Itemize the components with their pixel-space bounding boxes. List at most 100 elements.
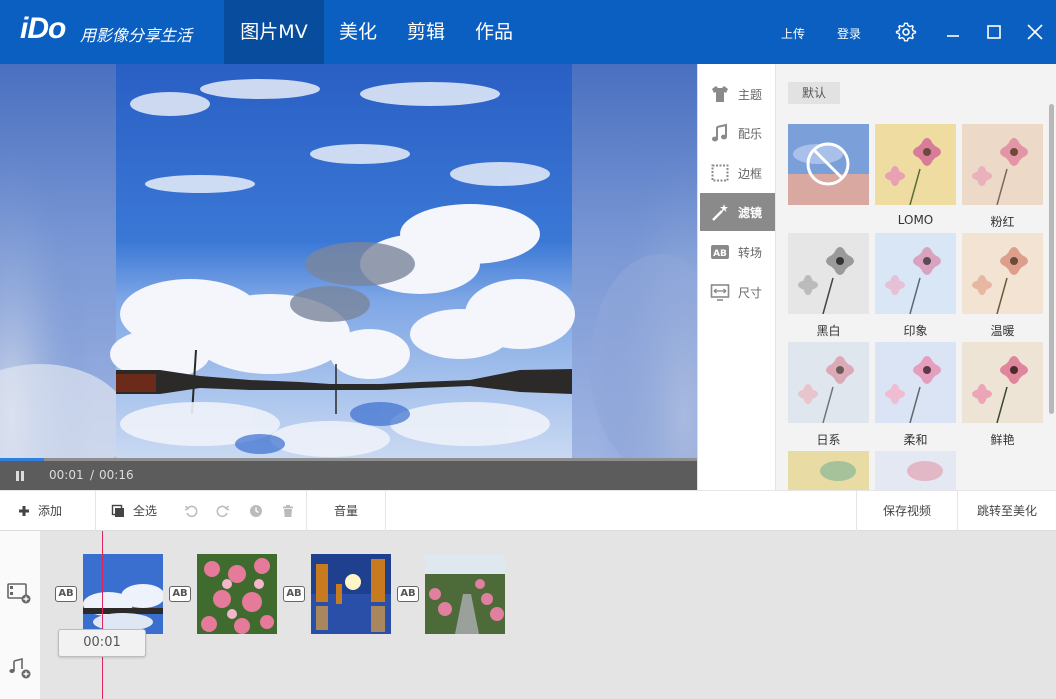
pause-icon[interactable] [12,468,28,484]
side-item-size[interactable]: 尺寸 [700,273,775,311]
toolbar-divider [306,491,307,531]
filter-warm[interactable]: 温暖 [962,233,1043,339]
filter-label: 黑白 [816,324,841,338]
filter-thumb [788,451,869,490]
upload-link[interactable]: 上传 [781,25,805,42]
side-item-label: 主题 [738,88,763,102]
gear-icon[interactable] [894,20,918,44]
side-item-transition[interactable]: AB 转场 [700,233,775,271]
side-item-label: 转场 [738,246,763,260]
filter-thumb [788,233,869,314]
time-separator: / [90,468,95,482]
filter-black-white[interactable]: 黑白 [788,233,869,339]
magic-wand-icon [712,204,728,221]
toolbar-divider [95,491,96,531]
maximize-icon[interactable] [982,20,1006,44]
video-preview[interactable]: 00:01 / 00:16 [0,64,697,490]
clip-thumbnail [425,554,505,634]
transition-ab-icon: AB [711,245,729,259]
filter-item-10[interactable] [788,451,869,490]
clip-thumbnail [197,554,277,634]
filter-soft[interactable]: 柔和 [875,342,956,448]
select-all-icon [111,504,124,517]
add-video-track-icon[interactable] [6,581,32,605]
login-link[interactable]: 登录 [837,25,861,42]
filter-thumb [962,124,1043,205]
tab-beautify[interactable]: 美化 [324,0,392,64]
tshirt-icon [712,86,728,102]
volume-button[interactable]: 音量 [334,491,358,531]
transition-ab-icon[interactable]: AB [397,586,419,602]
goto-beautify-button[interactable]: 跳转至美化 [977,491,1037,531]
side-item-theme[interactable]: 主题 [700,75,775,113]
filter-category-default[interactable]: 默认 [788,82,840,104]
timeline-toolbar: 添加 全选 音量 保存视频 跳转至美化 [0,490,1056,531]
trash-icon[interactable] [281,504,295,518]
app-slogan: 用影像分享生活 [80,26,193,45]
playhead-time-label: 00:01 [58,629,146,657]
filter-label: 印象 [903,324,928,338]
minimize-icon[interactable] [941,20,965,44]
filter-label: 鲜艳 [990,433,1015,447]
title-bar: iDo 用影像分享生活 图片MV 美化 剪辑 作品 上传 登录 [0,0,1056,64]
clip-thumbnail [311,554,391,634]
close-icon[interactable] [1023,20,1047,44]
playhead[interactable] [102,531,103,699]
total-time: 00:16 [99,468,134,482]
select-all-button[interactable]: 全选 [133,491,157,531]
filter-scrollbar[interactable] [1049,104,1054,414]
filter-label: 粉红 [990,215,1015,229]
filter-thumb [875,451,956,490]
filter-item-11[interactable] [875,451,956,490]
current-time: 00:01 [49,468,84,482]
side-item-label: 尺寸 [738,286,763,300]
filter-japanese[interactable]: 日系 [788,342,869,448]
save-video-button[interactable]: 保存视频 [883,491,931,531]
tab-edit[interactable]: 剪辑 [392,0,460,64]
timeline[interactable]: AB AB AB AB 00:01 [0,531,1056,699]
transition-ab-icon[interactable]: AB [283,586,305,602]
filter-label: 日系 [816,433,841,447]
filter-lomo[interactable]: LOMO [875,124,956,227]
filter-thumb [875,233,956,314]
track-header-column [0,531,40,699]
timeline-clip-2[interactable] [197,554,277,634]
filter-impression[interactable]: 印象 [875,233,956,339]
filter-thumb [875,342,956,423]
filter-thumb [875,124,956,205]
filter-pink[interactable]: 粉红 [962,124,1043,230]
side-item-filter[interactable]: 滤镜 [700,193,775,231]
filter-none[interactable] [788,124,869,213]
tab-picture-mv[interactable]: 图片MV [224,0,324,64]
filter-thumb [962,342,1043,423]
music-note-icon [712,123,727,142]
timeline-clip-1[interactable] [83,554,163,634]
edit-side-menu: 主题 配乐 边框 滤镜 AB 转场 尺寸 [697,64,775,490]
plus-icon [19,506,29,516]
transition-ab-icon[interactable]: AB [55,586,77,602]
filter-label: 温暖 [990,324,1015,338]
add-music-track-icon[interactable] [6,656,32,680]
clip-thumbnail [83,554,163,634]
redo-icon[interactable] [216,504,230,518]
filter-vivid[interactable]: 鲜艳 [962,342,1043,448]
side-item-music[interactable]: 配乐 [700,114,775,152]
player-controls: 00:01 / 00:16 [0,461,697,490]
filter-thumb [788,342,869,423]
timeline-clip-3[interactable] [311,554,391,634]
side-item-label: 边框 [738,167,763,181]
undo-icon[interactable] [184,504,198,518]
preview-image [0,64,697,484]
filter-thumb [788,124,869,205]
transition-ab-icon[interactable]: AB [169,586,191,602]
svg-text:AB: AB [713,249,727,259]
add-button[interactable]: 添加 [38,491,62,531]
tab-works[interactable]: 作品 [460,0,528,64]
toolbar-divider [385,491,386,531]
frame-icon [711,164,729,182]
filter-thumb [962,233,1043,314]
clock-icon[interactable] [249,504,263,518]
side-item-frame[interactable]: 边框 [700,154,775,192]
resize-icon [710,284,730,301]
timeline-clip-4[interactable] [425,554,505,634]
